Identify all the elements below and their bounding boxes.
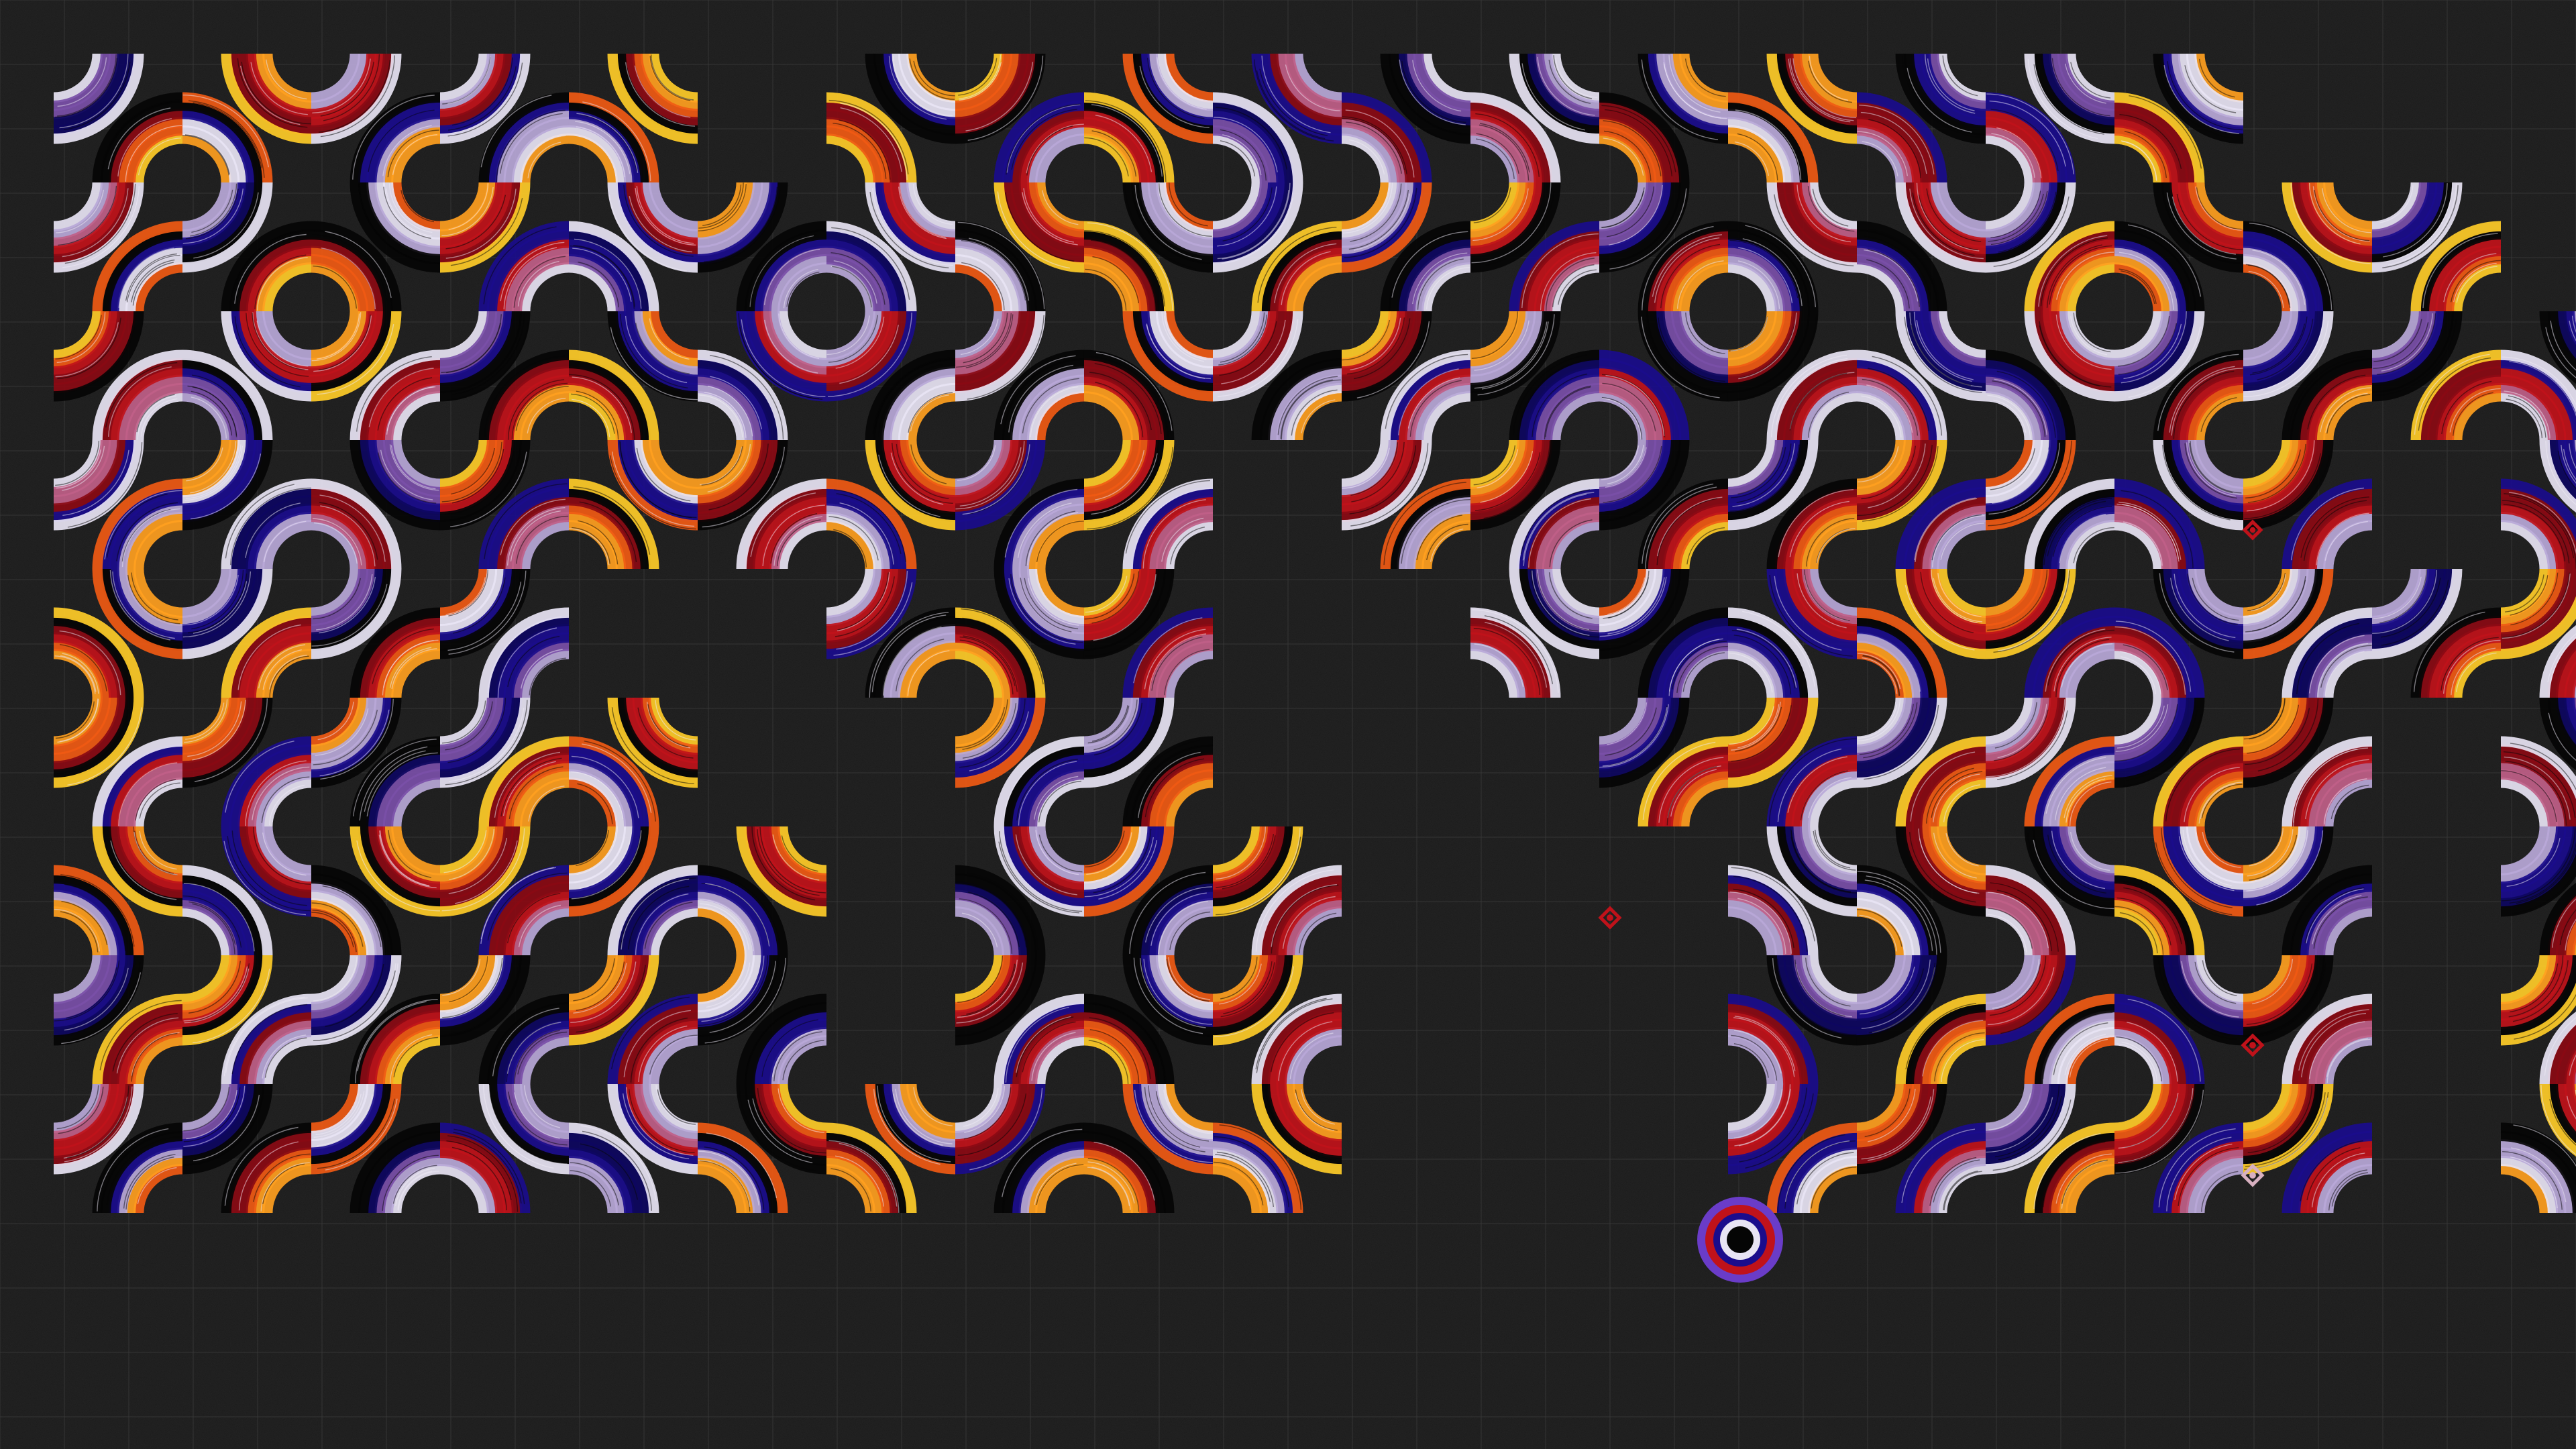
marker-diamond-2-dot <box>2249 1042 2256 1049</box>
marker-diamond-3-dot <box>2249 527 2256 533</box>
generative-artwork <box>0 0 2576 1449</box>
target-ring-5 <box>1727 1226 1754 1253</box>
marker-diamond-1-dot <box>1607 914 1613 921</box>
marker-diamond-4-dot <box>2249 1172 2256 1179</box>
